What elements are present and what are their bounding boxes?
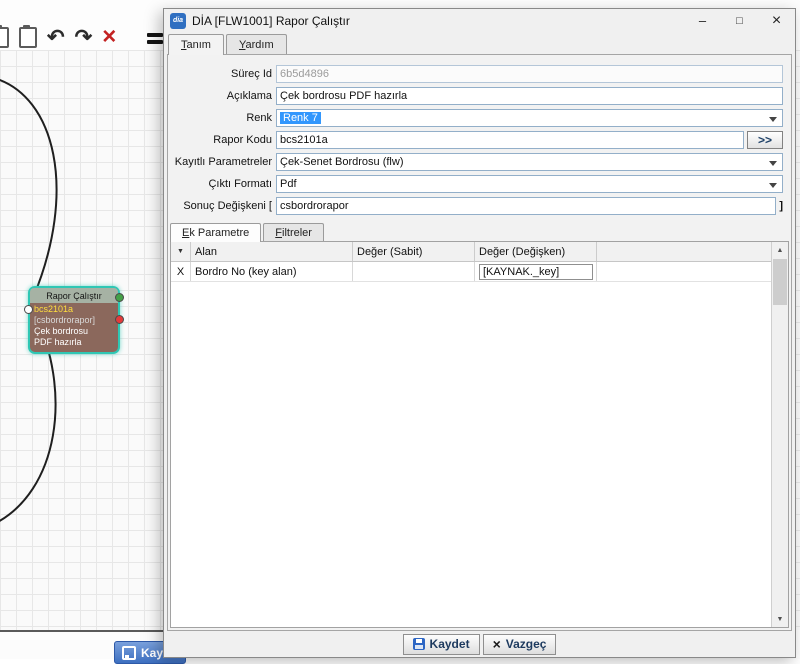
flow-node-rapor-calistir[interactable]: Rapor Çalıştır bcs2101a [csbordrorapor] … — [28, 286, 120, 354]
node-result-variable: [csbordrorapor] — [34, 315, 114, 326]
dia-logo-icon: dia — [170, 13, 186, 29]
scroll-down-button[interactable]: ▼ — [772, 611, 788, 627]
node-desc-line2: PDF hazırla — [34, 337, 114, 347]
grid-header-row: ▼ Alan Değer (Sabit) Değer (Değişken) — [171, 242, 771, 262]
chevron-down-icon — [769, 161, 777, 166]
table-row[interactable]: X Bordro No (key alan) [KAYNAK._key] — [171, 262, 771, 282]
form-row: Kayıtlı Parametreler Çek-Senet Bordrosu … — [170, 151, 783, 173]
form-row: Çıktı Formatı Pdf — [170, 173, 783, 195]
tab-yardim[interactable]: Yardım — [226, 34, 287, 54]
cancel-button-label: Vazgeç — [506, 637, 547, 651]
parameter-grid: ▼ Alan Değer (Sabit) Değer (Değişken) X … — [171, 242, 771, 627]
form-row: Rapor Kodu >> — [170, 129, 783, 151]
column-header-filler — [597, 242, 771, 261]
rapor-kodu-label: Rapor Kodu — [170, 134, 276, 146]
cell-degisken: [KAYNAK._key] — [475, 262, 597, 281]
dialog-tabs: Tanım Yardım — [164, 32, 795, 54]
cell-degisken-editor[interactable]: [KAYNAK._key] — [479, 264, 593, 280]
maximize-button[interactable]: □ — [721, 9, 758, 32]
cell-alan: Bordro No (key alan) — [191, 262, 353, 281]
renk-label: Renk — [170, 112, 276, 124]
paste-icon[interactable] — [19, 27, 37, 48]
row-marker: X — [171, 262, 191, 281]
chevron-down-icon — [769, 183, 777, 188]
node-report-code: bcs2101a — [34, 304, 114, 315]
redo-button[interactable]: ↷ — [75, 27, 93, 48]
form-row: Süreç Id — [170, 63, 783, 85]
canvas-toolbar: ↶ ↷ × — [0, 24, 116, 50]
column-header-sabit[interactable]: Değer (Sabit) — [353, 242, 475, 261]
rapor-kodu-field[interactable] — [276, 131, 744, 149]
save-icon — [122, 646, 136, 660]
chevron-down-icon — [769, 117, 777, 122]
cikti-formati-select[interactable]: Pdf — [276, 175, 783, 193]
parameter-subtabs: Ek Parametre Filtreler — [168, 217, 791, 241]
minimize-button[interactable]: – — [684, 9, 721, 32]
kayitli-parametreler-select[interactable]: Çek-Senet Bordrosu (flw) — [276, 153, 783, 171]
close-icon: × — [493, 637, 501, 651]
node-desc-line1: Çek bordrosu — [34, 326, 114, 337]
kayitli-parametreler-value: Çek-Senet Bordrosu (flw) — [280, 156, 404, 168]
tab-ek-parametre[interactable]: Ek Parametre — [170, 223, 261, 242]
cikti-formati-label: Çıktı Formatı — [170, 178, 276, 190]
node-body: bcs2101a [csbordrorapor] Çek bordrosu PD… — [30, 303, 118, 347]
filter-icon: ▼ — [177, 248, 184, 255]
success-port-icon[interactable] — [115, 293, 124, 302]
surec-id-label: Süreç Id — [170, 68, 276, 80]
undo-button[interactable]: ↶ — [47, 27, 65, 48]
dialog-titlebar[interactable]: dia DİA [FLW1001] Rapor Çalıştır – □ × — [164, 9, 795, 32]
tab-tanim[interactable]: Tanım — [168, 34, 224, 55]
sonuc-degiskeni-label: Sonuç Değişkeni [ — [170, 200, 276, 212]
tab-filtreler[interactable]: Filtreler — [263, 223, 324, 241]
report-lookup-button[interactable]: >> — [747, 131, 783, 149]
sonuc-degiskeni-field[interactable] — [276, 197, 776, 215]
definition-form: Süreç Id Açıklama Renk Renk 7 — [168, 55, 791, 217]
save-icon — [413, 638, 425, 650]
vertical-scrollbar[interactable]: ▲ ▼ — [771, 242, 788, 627]
input-port-icon[interactable] — [24, 305, 33, 314]
dialog-title: DİA [FLW1001] Rapor Çalıştır — [192, 14, 350, 28]
save-button-label: Kaydet — [430, 637, 470, 651]
aciklama-label: Açıklama — [170, 90, 276, 102]
node-title: Rapor Çalıştır — [30, 288, 118, 303]
node-tool-icon[interactable] — [147, 30, 163, 46]
kayitli-parametreler-label: Kayıtlı Parametreler — [170, 156, 276, 168]
cell-filler — [597, 262, 771, 281]
scroll-up-button[interactable]: ▲ — [772, 242, 788, 258]
renk-selected-value: Renk 7 — [280, 112, 321, 124]
aciklama-field[interactable] — [276, 87, 783, 105]
cell-sabit[interactable] — [353, 262, 475, 281]
column-header-degisken[interactable]: Değer (Değişken) — [475, 242, 597, 261]
row-selector-header[interactable]: ▼ — [171, 242, 191, 261]
window-controls: – □ × — [684, 9, 795, 32]
scrollbar-thumb[interactable] — [773, 259, 787, 305]
tab-page-tanim: Süreç Id Açıklama Renk Renk 7 — [167, 54, 792, 631]
copy-icon[interactable] — [0, 27, 9, 48]
parameter-table: ▼ Alan Değer (Sabit) Değer (Değişken) X … — [170, 241, 789, 628]
form-row: Sonuç Değişkeni [ ] — [170, 195, 783, 217]
renk-select[interactable]: Renk 7 — [276, 109, 783, 127]
delete-button[interactable]: × — [102, 25, 116, 49]
save-button[interactable]: Kaydet — [403, 634, 480, 655]
surec-id-field — [276, 65, 783, 83]
form-row: Renk Renk 7 — [170, 107, 783, 129]
sonuc-degiskeni-suffix: ] — [776, 200, 783, 212]
cancel-button[interactable]: × Vazgeç — [483, 634, 557, 655]
error-port-icon[interactable] — [115, 315, 124, 324]
close-button[interactable]: × — [758, 9, 795, 32]
cikti-formati-value: Pdf — [280, 178, 297, 190]
dialog-button-bar: Kaydet × Vazgeç — [164, 631, 795, 657]
column-header-alan[interactable]: Alan — [191, 242, 353, 261]
dialog-rapor-calistir: dia DİA [FLW1001] Rapor Çalıştır – □ × T… — [163, 8, 796, 658]
form-row: Açıklama — [170, 85, 783, 107]
